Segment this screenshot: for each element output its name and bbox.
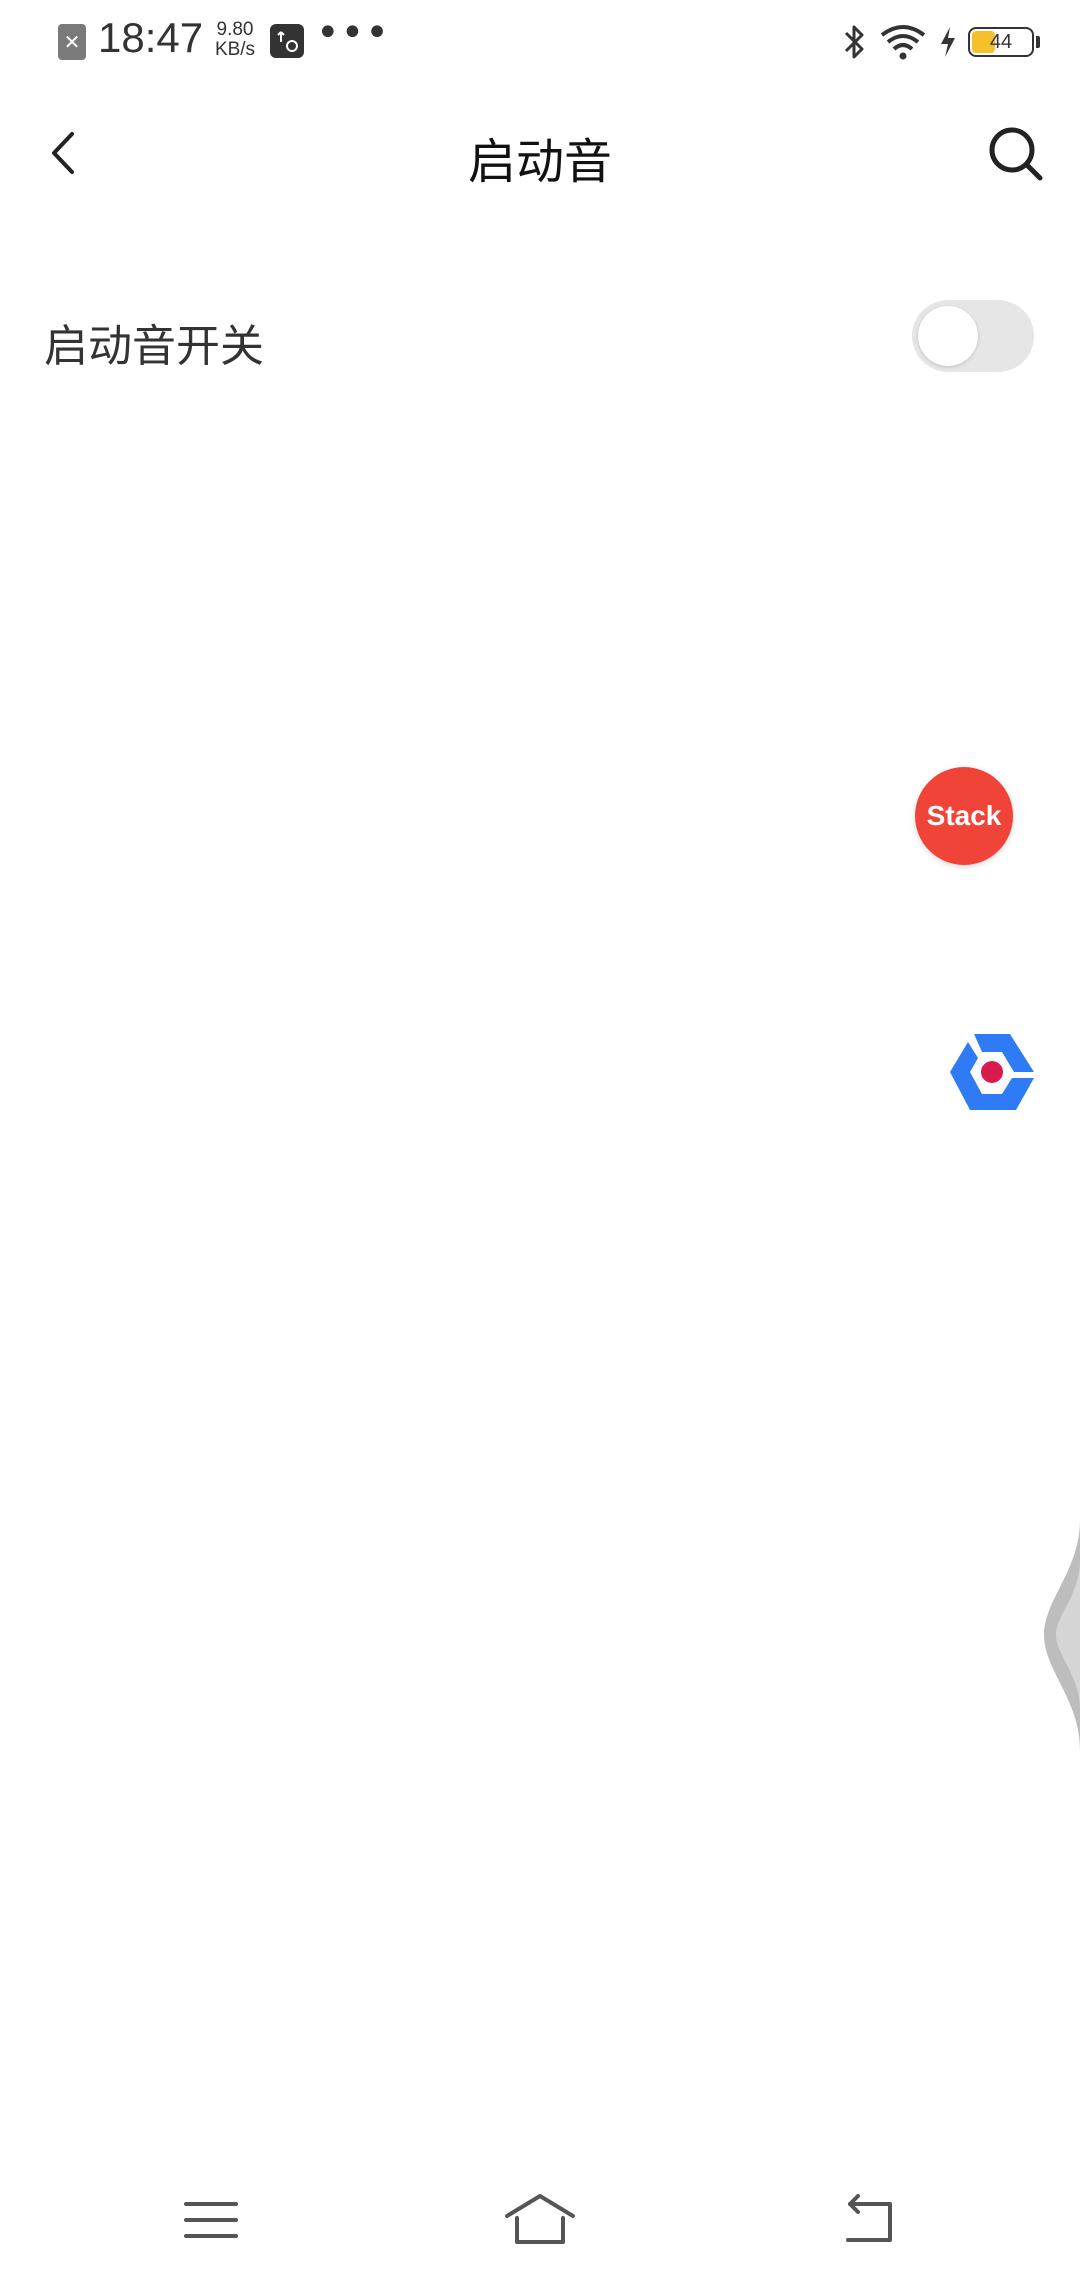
battery-nub — [1036, 36, 1040, 48]
edge-handle-shape — [1044, 1520, 1080, 1750]
stack-floating-button[interactable]: Stack — [915, 767, 1013, 865]
navigation-bar — [0, 2170, 1080, 2260]
nav-menu-button[interactable] — [166, 2190, 256, 2250]
menu-icon — [184, 2202, 238, 2238]
wifi-icon — [880, 25, 926, 60]
nav-back-button[interactable] — [824, 2190, 914, 2250]
nav-home-button[interactable] — [495, 2190, 585, 2250]
stack-label: Stack — [926, 800, 1002, 831]
battery-level: 44 — [989, 30, 1013, 53]
network-speed-unit: KB/s — [214, 39, 256, 60]
floating-assistant-button[interactable] — [944, 1028, 1040, 1118]
status-time: 18:47 — [98, 14, 204, 61]
status-bar: ✕ 18:47 9.80 KB/s ••• 44 — [0, 0, 1080, 86]
usb-debug-icon — [270, 24, 304, 58]
search-icon — [989, 127, 1043, 181]
status-right-icons: 44 — [842, 20, 1040, 64]
startup-sound-row[interactable]: 启动音开关 — [0, 280, 1080, 390]
charging-bolt-icon — [941, 27, 955, 57]
network-speed: 9.80 KB/s — [208, 20, 262, 60]
assistant-logo-icon — [950, 1034, 1034, 1110]
startup-sound-toggle[interactable] — [912, 300, 1034, 372]
startup-sound-label: 启动音开关 — [44, 321, 264, 372]
home-icon — [505, 2194, 575, 2244]
no-sim-icon: ✕ — [58, 24, 86, 60]
edge-panel-handle[interactable] — [1040, 1520, 1080, 1750]
more-notifications-icon: ••• — [316, 10, 390, 56]
search-button[interactable] — [978, 116, 1054, 192]
battery-indicator: 44 — [968, 27, 1034, 57]
app-bar: 启动音 — [0, 100, 1080, 210]
page-title: 启动音 — [467, 134, 612, 190]
bluetooth-icon — [844, 25, 864, 59]
network-speed-value: 9.80 — [216, 19, 254, 40]
toggle-knob — [918, 306, 978, 366]
return-icon — [846, 2194, 892, 2242]
